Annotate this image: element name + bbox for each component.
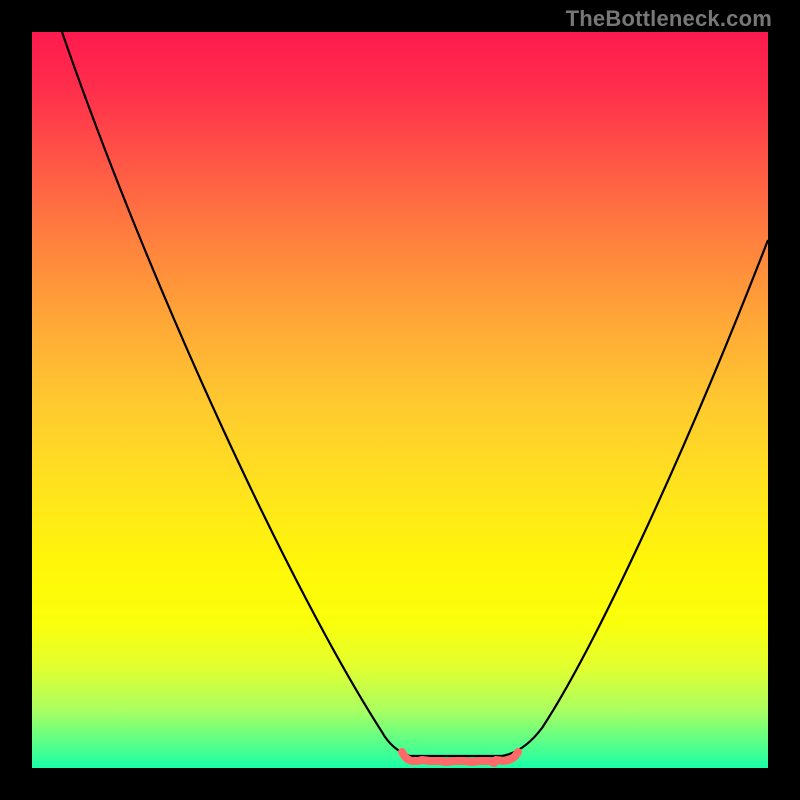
chart-plot-area bbox=[32, 32, 768, 768]
bottleneck-curve-svg bbox=[32, 32, 768, 768]
watermark-text: TheBottleneck.com bbox=[566, 6, 772, 32]
curve-floor-segment bbox=[402, 752, 518, 763]
bottleneck-curve-path bbox=[62, 32, 768, 756]
